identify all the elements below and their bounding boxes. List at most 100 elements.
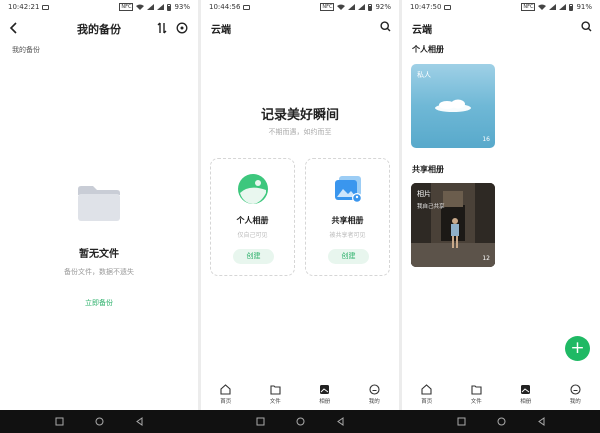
top-bar: 我的备份 bbox=[0, 17, 198, 39]
signal-icon-2 bbox=[157, 4, 165, 10]
profile-icon bbox=[570, 384, 581, 395]
status-time: 10:42:21 bbox=[8, 3, 40, 11]
file-icon bbox=[471, 385, 482, 395]
album-private[interactable]: 私人 16 bbox=[411, 64, 495, 148]
back-button-icon[interactable] bbox=[336, 417, 345, 426]
card-title: 个人相册 bbox=[236, 216, 269, 225]
nav-home[interactable]: 首页 bbox=[407, 384, 447, 405]
nav-album[interactable]: 相册 bbox=[305, 384, 345, 405]
add-album-button[interactable]: + bbox=[565, 336, 590, 361]
status-bar: 10:44:56 NFC 92% bbox=[201, 0, 399, 14]
image-notification-icon bbox=[243, 4, 251, 10]
album-name: 相片 bbox=[417, 190, 431, 198]
nfc-icon: NFC bbox=[119, 3, 134, 11]
battery-level: 93% bbox=[174, 3, 190, 11]
folder-icon bbox=[78, 186, 120, 221]
status-time: 10:44:56 bbox=[209, 3, 241, 11]
image-notification-icon bbox=[42, 4, 50, 10]
empty-subtitle: 备份文件，数据不遗失 bbox=[64, 268, 134, 276]
nav-label: 相册 bbox=[520, 399, 532, 405]
home-icon bbox=[421, 384, 432, 395]
nav-profile[interactable]: 我的 bbox=[555, 384, 595, 405]
nav-label: 首页 bbox=[220, 399, 232, 405]
nav-files[interactable]: 文件 bbox=[255, 384, 295, 405]
hero-title: 记录美好瞬间 bbox=[260, 108, 339, 123]
nav-profile[interactable]: 我的 bbox=[354, 384, 394, 405]
search-icon[interactable] bbox=[380, 21, 391, 32]
backup-now-link[interactable]: 立即备份 bbox=[0, 298, 198, 308]
status-time: 10:47:50 bbox=[410, 3, 442, 11]
create-personal-button[interactable]: 创建 bbox=[233, 249, 274, 264]
album-icon bbox=[320, 385, 330, 394]
nav-label: 我的 bbox=[368, 399, 380, 405]
battery-level: 91% bbox=[576, 3, 592, 11]
image-notification-icon bbox=[444, 4, 452, 10]
signal-icon bbox=[147, 4, 155, 10]
signal-icon-2 bbox=[559, 4, 567, 10]
status-bar: 10:42:21 NFC 93% bbox=[0, 0, 198, 14]
shared-section-title: 共享相册 bbox=[412, 165, 444, 174]
plus-icon: + bbox=[570, 338, 585, 358]
search-icon[interactable] bbox=[581, 21, 592, 32]
signal-icon bbox=[549, 4, 557, 10]
screen-cloud-albums: 10:47:50 NFC 91% 云端 个人相册 私人 16 共享相册 相片 我… bbox=[402, 0, 600, 410]
nav-label: 文件 bbox=[269, 399, 281, 405]
home-icon bbox=[220, 384, 231, 395]
nav-label: 首页 bbox=[421, 399, 433, 405]
card-subtitle: 被共享者可见 bbox=[329, 232, 366, 239]
screen-cloud-empty: 10:44:56 NFC 92% 云端 记录美好瞬间 不期而遇，如约而至 个人相… bbox=[201, 0, 399, 410]
recents-icon[interactable] bbox=[55, 417, 64, 426]
battery-level: 92% bbox=[375, 3, 391, 11]
album-subtitle: 我自己共享 bbox=[417, 204, 445, 210]
album-shared[interactable]: 相片 我自己共享 12 bbox=[411, 183, 495, 267]
back-button-icon[interactable] bbox=[537, 417, 546, 426]
empty-title: 暂无文件 bbox=[79, 249, 119, 260]
nav-label: 相册 bbox=[319, 399, 331, 405]
section-label: 我的备份 bbox=[12, 46, 40, 54]
app-title: 云端 bbox=[211, 25, 231, 36]
album-name: 私人 bbox=[417, 71, 431, 79]
create-shared-button[interactable]: 创建 bbox=[328, 249, 369, 264]
signal-icon-2 bbox=[358, 4, 366, 10]
recents-icon[interactable] bbox=[256, 417, 265, 426]
target-icon[interactable] bbox=[176, 22, 188, 34]
profile-icon bbox=[369, 384, 380, 395]
signal-icon bbox=[348, 4, 356, 10]
card-title: 共享相册 bbox=[331, 216, 364, 225]
home-button-icon[interactable] bbox=[95, 417, 104, 426]
nfc-icon: NFC bbox=[320, 3, 335, 11]
shared-album-card[interactable]: 共享相册 被共享者可见 创建 bbox=[305, 158, 390, 276]
page-title: 我的备份 bbox=[77, 23, 121, 36]
screen-my-backup: 10:42:21 NFC 93% 我的备份 我的备份 暂无文件 备份文件，数据不… bbox=[0, 0, 198, 410]
personal-album-card[interactable]: 个人相册 仅自己可见 创建 bbox=[210, 158, 295, 276]
personal-album-icon bbox=[238, 174, 268, 204]
hero-subtitle: 不期而遇，如约而至 bbox=[268, 128, 332, 136]
home-button-icon[interactable] bbox=[296, 417, 305, 426]
bottom-nav: 首页 文件 相册 我的 bbox=[402, 380, 600, 410]
sort-icon[interactable] bbox=[156, 22, 168, 34]
nfc-icon: NFC bbox=[521, 3, 536, 11]
wifi-icon bbox=[538, 4, 547, 10]
wifi-icon bbox=[136, 4, 145, 10]
battery-icon bbox=[569, 3, 574, 11]
card-subtitle: 仅自己可见 bbox=[237, 232, 268, 239]
nav-label: 文件 bbox=[470, 399, 482, 405]
system-nav-bar bbox=[0, 410, 600, 433]
nav-label: 我的 bbox=[569, 399, 581, 405]
recents-icon[interactable] bbox=[457, 417, 466, 426]
status-bar: 10:47:50 NFC 91% bbox=[402, 0, 600, 14]
shared-album-icon bbox=[335, 176, 362, 203]
back-button-icon[interactable] bbox=[135, 417, 144, 426]
nav-home[interactable]: 首页 bbox=[206, 384, 246, 405]
wifi-icon bbox=[337, 4, 346, 10]
bottom-nav: 首页 文件 相册 我的 bbox=[201, 380, 399, 410]
album-count: 12 bbox=[482, 255, 490, 262]
album-icon bbox=[521, 385, 531, 394]
home-button-icon[interactable] bbox=[497, 417, 506, 426]
app-title: 云端 bbox=[412, 25, 432, 36]
nav-album[interactable]: 相册 bbox=[506, 384, 546, 405]
nav-files[interactable]: 文件 bbox=[456, 384, 496, 405]
file-icon bbox=[270, 385, 281, 395]
personal-section-title: 个人相册 bbox=[412, 45, 444, 54]
album-count: 16 bbox=[482, 136, 490, 143]
